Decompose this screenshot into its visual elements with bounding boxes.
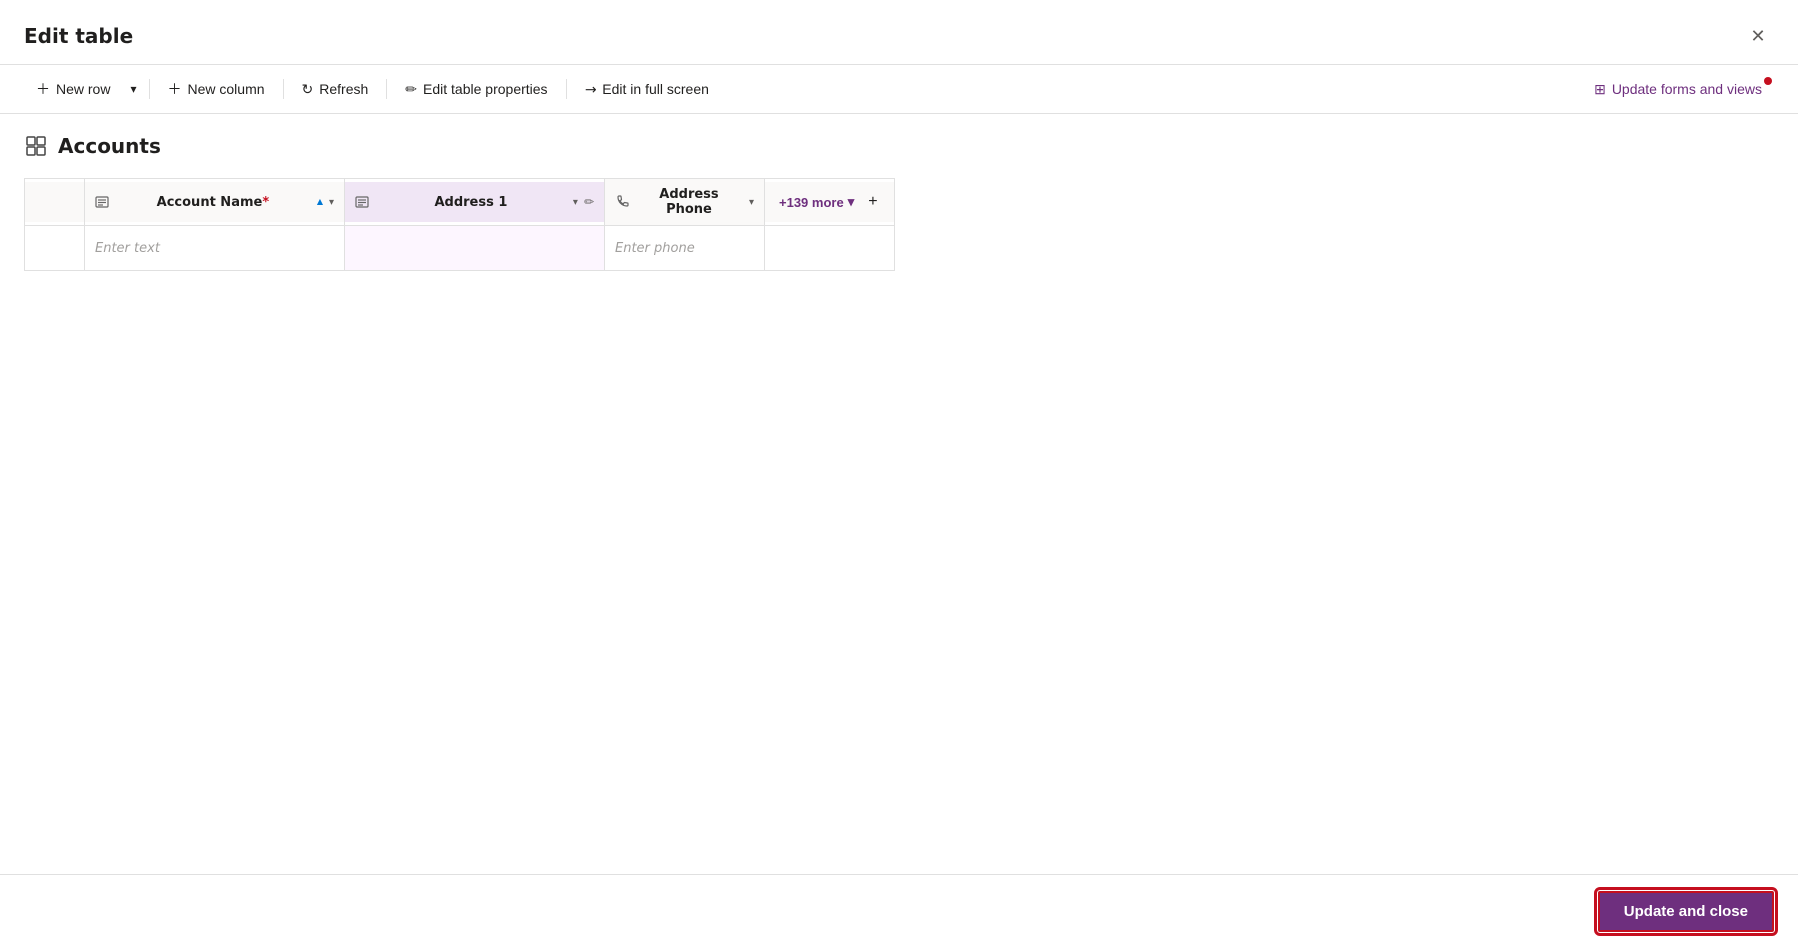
update-close-button[interactable]: Update and close <box>1598 891 1774 932</box>
address-phone-chevron-icon[interactable]: ▾ <box>749 197 754 208</box>
address-text-field-icon <box>355 195 369 209</box>
address1-edit-icon[interactable]: ✏ <box>584 195 594 209</box>
new-column-button[interactable]: ＋ New column <box>156 73 277 105</box>
table-title: Accounts <box>58 134 161 158</box>
col-header-address-phone[interactable]: Address Phone ▾ <box>605 179 765 226</box>
address-phone-cell-inner: Enter phone <box>605 226 764 270</box>
address-phone-header-inner: Address Phone ▾ <box>605 179 764 225</box>
address1-cell[interactable] <box>345 226 605 271</box>
refresh-button[interactable]: ↻ Refresh <box>290 75 381 104</box>
add-column-plus-icon: + <box>868 193 877 211</box>
edit-table-props-button[interactable]: ✏ Edit table properties <box>393 75 559 104</box>
more-cols-cell-inner <box>765 226 894 270</box>
edit-fullscreen-button[interactable]: ↗ Edit in full screen <box>573 75 721 104</box>
update-forms-label: Update forms and views <box>1612 81 1762 97</box>
row-num-cell <box>25 226 85 271</box>
row-num-cell-inner <box>25 226 84 270</box>
address1-chevron-icon[interactable]: ▾ <box>573 197 578 208</box>
close-icon: ✕ <box>1750 26 1765 47</box>
table-header: Accounts <box>24 134 1774 158</box>
title-bar-left: Edit table <box>24 24 133 48</box>
edit-fullscreen-label: Edit in full screen <box>602 81 709 97</box>
address1-header-inner: Address 1 ▾ ✏ <box>345 182 604 222</box>
toolbar: ＋ New row ▾ ＋ New column ↻ Refresh ✏ <box>0 65 1798 114</box>
new-row-label: New row <box>56 81 110 97</box>
address1-cell-inner <box>345 226 604 270</box>
forms-icon: ⊞ <box>1594 81 1606 98</box>
plus-icon: ＋ <box>36 79 50 99</box>
more-columns-chevron-icon: ▾ <box>848 194 855 210</box>
content-area: Accounts <box>0 114 1798 874</box>
table-row: Enter text Enter phone <box>25 226 895 271</box>
sort-asc-icon: ▲ <box>317 198 323 206</box>
account-name-placeholder: Enter text <box>95 241 160 256</box>
required-asterisk: * <box>262 195 269 210</box>
toolbar-divider-1 <box>149 79 150 99</box>
edit-table-dialog: Edit table ✕ ＋ New row ▾ ＋ New column <box>0 0 1798 948</box>
account-name-header-inner: Account Name* ▲ ▾ <box>85 182 344 222</box>
more-columns-button[interactable]: +139 more ▾ <box>775 192 858 212</box>
notification-dot <box>1764 77 1772 85</box>
toolbar-right: ⊞ Update forms and views <box>1582 75 1774 104</box>
data-table: Account Name* ▲ ▾ <box>24 178 895 271</box>
new-column-label: New column <box>188 81 265 97</box>
title-bar: Edit table ✕ <box>0 0 1798 65</box>
table-grid-icon <box>24 134 48 158</box>
pencil-icon: ✏ <box>405 81 417 98</box>
update-forms-button[interactable]: ⊞ Update forms and views <box>1582 75 1774 104</box>
refresh-label: Refresh <box>319 81 368 97</box>
col-header-row-num <box>25 179 85 226</box>
row-num-header-inner <box>25 182 84 222</box>
add-column-button[interactable]: + <box>862 191 883 213</box>
account-name-col-label: Account Name* <box>115 195 311 210</box>
edit-table-props-label: Edit table properties <box>423 81 548 97</box>
address-phone-cell[interactable]: Enter phone <box>605 226 765 271</box>
plus-icon-col: ＋ <box>168 79 182 99</box>
col-header-address1[interactable]: Address 1 ▾ ✏ <box>345 179 605 226</box>
refresh-icon: ↻ <box>302 81 314 98</box>
account-name-cell-inner: Enter text <box>85 226 344 270</box>
toolbar-divider-4 <box>566 79 567 99</box>
bottom-bar: Update and close <box>0 874 1798 948</box>
toolbar-divider-2 <box>283 79 284 99</box>
account-name-chevron-icon[interactable]: ▾ <box>329 197 334 208</box>
new-row-button[interactable]: ＋ New row <box>24 73 122 105</box>
toolbar-left: ＋ New row ▾ ＋ New column ↻ Refresh ✏ <box>24 73 721 105</box>
new-row-dropdown-button[interactable]: ▾ <box>124 76 142 102</box>
more-columns-label: +139 more <box>779 195 844 210</box>
dialog-title: Edit table <box>24 24 133 48</box>
address1-col-label: Address 1 <box>375 195 567 210</box>
fullscreen-icon: ↗ <box>580 79 600 99</box>
col-header-account-name[interactable]: Account Name* ▲ ▾ <box>85 179 345 226</box>
close-button[interactable]: ✕ <box>1742 20 1774 52</box>
chevron-down-icon: ▾ <box>130 82 136 96</box>
phone-icon <box>615 195 629 209</box>
col-header-more: +139 more ▾ + <box>765 179 895 226</box>
toolbar-divider-3 <box>386 79 387 99</box>
address-phone-placeholder: Enter phone <box>615 241 695 256</box>
text-field-icon <box>95 195 109 209</box>
more-cols-inner: +139 more ▾ + <box>765 182 894 222</box>
more-cols-cell <box>765 226 895 271</box>
account-name-cell[interactable]: Enter text <box>85 226 345 271</box>
address-phone-col-label: Address Phone <box>635 187 743 217</box>
